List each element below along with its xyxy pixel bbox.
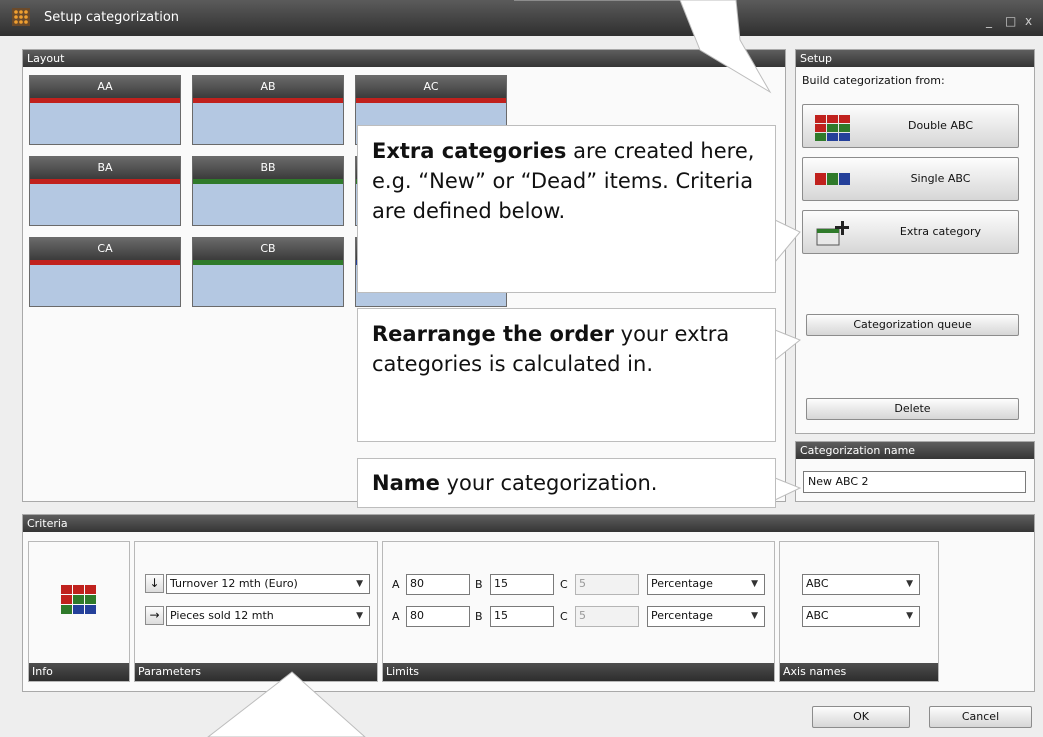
rearrange-order-callout: Rearrange the order your extra categorie… bbox=[357, 308, 776, 442]
order-callout-pointer bbox=[774, 329, 801, 362]
name-callout: Name your categorization. bbox=[357, 458, 776, 508]
order-callout-bold: Rearrange the order bbox=[372, 322, 614, 346]
extra-callout-pointer bbox=[774, 219, 801, 264]
extra-categories-callout: Extra categories are created here, e.g. … bbox=[357, 125, 776, 293]
top-callout-pointer bbox=[514, 0, 772, 94]
name-callout-bold: Name bbox=[372, 471, 440, 495]
setup-categorization-window: Setup categorization _ □ x Layout AA AB … bbox=[0, 0, 1043, 737]
name-callout-pointer bbox=[774, 477, 802, 501]
bottom-callout-pointer bbox=[207, 671, 366, 737]
extra-callout-bold: Extra categories bbox=[372, 139, 567, 163]
name-callout-text: your categorization. bbox=[439, 471, 658, 495]
